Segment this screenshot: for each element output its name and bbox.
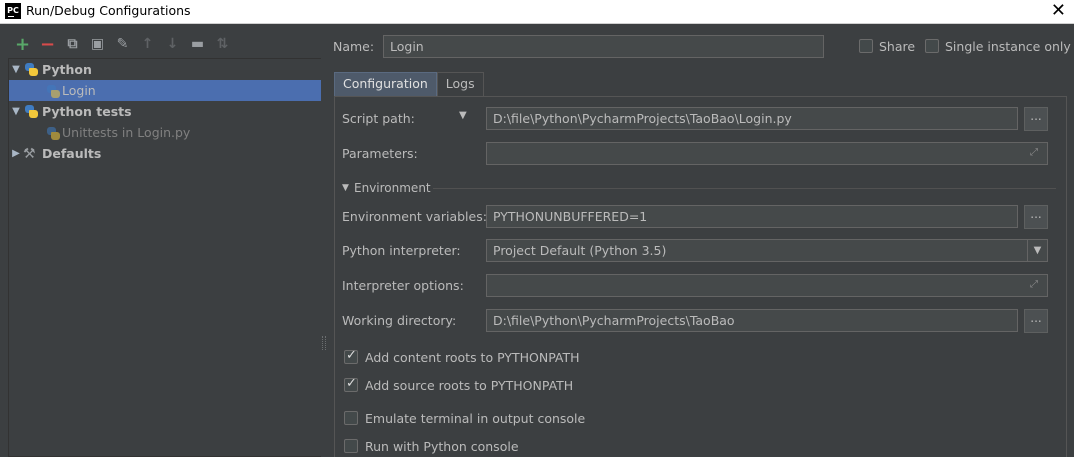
environment-collapse-icon[interactable]: ▼	[342, 183, 349, 193]
name-label: Name:	[333, 39, 375, 54]
copy-configuration-icon[interactable]: ⧉	[60, 35, 85, 53]
python-tests-icon	[23, 104, 39, 120]
script-path-field[interactable]: D:\file\Python\PycharmProjects\TaoBao\Lo…	[486, 107, 1018, 130]
script-path-browse-button[interactable]: ...	[1024, 107, 1048, 131]
splitter-handle[interactable]	[322, 336, 326, 350]
python-console-label: Run with Python console	[365, 439, 519, 454]
close-icon[interactable]: ✕	[1051, 1, 1066, 21]
emulate-terminal-checkbox[interactable]	[344, 411, 358, 425]
collapse-arrow-icon[interactable]: ▶	[9, 148, 23, 159]
interpreter-selected-value: Project Default (Python 3.5)	[493, 243, 667, 258]
working-dir-field[interactable]: D:\file\Python\PycharmProjects\TaoBao	[486, 309, 1018, 332]
interpreter-options-field[interactable]: ⤢	[486, 274, 1048, 297]
save-configuration-icon[interactable]: ▣	[85, 35, 110, 53]
tree-item-defaults[interactable]: ▶ ⚒ Defaults	[9, 143, 321, 164]
working-dir-label: Working directory:	[342, 313, 457, 328]
tree-item-label: Unittests in Login.py	[62, 125, 191, 140]
interpreter-options-label: Interpreter options:	[342, 278, 464, 293]
remove-configuration-icon[interactable]: −	[35, 34, 60, 55]
move-up-icon[interactable]: ↑	[135, 35, 160, 53]
tab-bar: Configuration Logs	[334, 72, 484, 96]
python-console-checkbox[interactable]	[344, 439, 358, 453]
title-bar: PC Run/Debug Configurations ✕	[0, 0, 1074, 24]
configuration-editor: Name: Login Share Single instance only C…	[327, 25, 1074, 457]
edit-defaults-icon[interactable]: ✎	[110, 35, 135, 53]
parameters-field[interactable]: ⤢	[486, 142, 1048, 165]
configuration-panel: Script path: ▼ D:\file\Python\PycharmPro…	[334, 96, 1067, 457]
source-roots-checkbox[interactable]	[344, 376, 358, 392]
tree-item-python[interactable]: ▼ Python	[9, 59, 321, 80]
share-label: Share	[879, 39, 916, 54]
content-roots-label: Add content roots to PYTHONPATH	[365, 350, 580, 365]
configurations-toolbar: + − ⧉ ▣ ✎ ↑ ↓ ▬ ⇅	[10, 34, 235, 55]
expand-arrow-icon[interactable]: ▼	[9, 106, 23, 117]
tree-item-label: Defaults	[42, 146, 102, 161]
configurations-tree: ▼ Python Login ▼ Python tests Unittests …	[8, 58, 321, 457]
script-path-mode-dropdown-icon[interactable]: ▼	[459, 110, 467, 121]
python-test-config-icon	[45, 126, 60, 140]
tab-logs[interactable]: Logs	[436, 72, 484, 96]
tree-item-label: Python	[42, 62, 92, 77]
wrench-icon: ⚒	[23, 145, 36, 162]
share-checkbox[interactable]	[859, 39, 873, 53]
add-configuration-icon[interactable]: +	[10, 34, 35, 55]
tree-item-python-tests[interactable]: ▼ Python tests	[9, 101, 321, 122]
configurations-sidebar: + − ⧉ ▣ ✎ ↑ ↓ ▬ ⇅ ▼ Python Login ▼ Pytho…	[0, 25, 321, 457]
window-title: Run/Debug Configurations	[26, 3, 191, 18]
tab-configuration[interactable]: Configuration	[334, 72, 437, 96]
environment-section-title: Environment	[354, 181, 431, 195]
script-path-label: Script path:	[342, 111, 415, 126]
name-field[interactable]: Login	[383, 35, 824, 58]
folder-icon[interactable]: ▬	[185, 35, 210, 53]
single-instance-checkbox[interactable]	[925, 39, 939, 53]
python-config-icon	[45, 84, 60, 98]
tree-item-label: Login	[62, 83, 96, 98]
expand-arrow-icon[interactable]: ▼	[9, 64, 23, 75]
tree-item-unittests[interactable]: Unittests in Login.py	[9, 122, 321, 143]
source-roots-label: Add source roots to PYTHONPATH	[365, 378, 574, 393]
env-vars-browse-button[interactable]: ...	[1024, 205, 1048, 229]
tree-item-label: Python tests	[42, 104, 132, 119]
content-roots-checkbox[interactable]	[344, 348, 358, 364]
expand-icon[interactable]: ⤢	[1030, 279, 1042, 291]
env-vars-label: Environment variables:	[342, 209, 487, 224]
interpreter-select[interactable]: Project Default (Python 3.5) ▼	[486, 239, 1048, 262]
environment-separator	[433, 188, 1056, 189]
tree-item-login[interactable]: Login	[9, 80, 321, 101]
pycharm-app-icon: PC	[5, 3, 21, 19]
single-instance-label: Single instance only	[945, 39, 1071, 54]
chevron-down-icon[interactable]: ▼	[1027, 240, 1047, 261]
working-dir-browse-button[interactable]: ...	[1024, 309, 1048, 333]
expand-icon[interactable]: ⤢	[1030, 147, 1042, 159]
parameters-label: Parameters:	[342, 146, 418, 161]
sort-icon[interactable]: ⇅	[210, 35, 235, 53]
python-icon	[23, 62, 39, 78]
emulate-terminal-label: Emulate terminal in output console	[365, 411, 586, 426]
env-vars-field[interactable]: PYTHONUNBUFFERED=1	[486, 205, 1018, 228]
move-down-icon[interactable]: ↓	[160, 35, 185, 53]
interpreter-label: Python interpreter:	[342, 243, 461, 258]
